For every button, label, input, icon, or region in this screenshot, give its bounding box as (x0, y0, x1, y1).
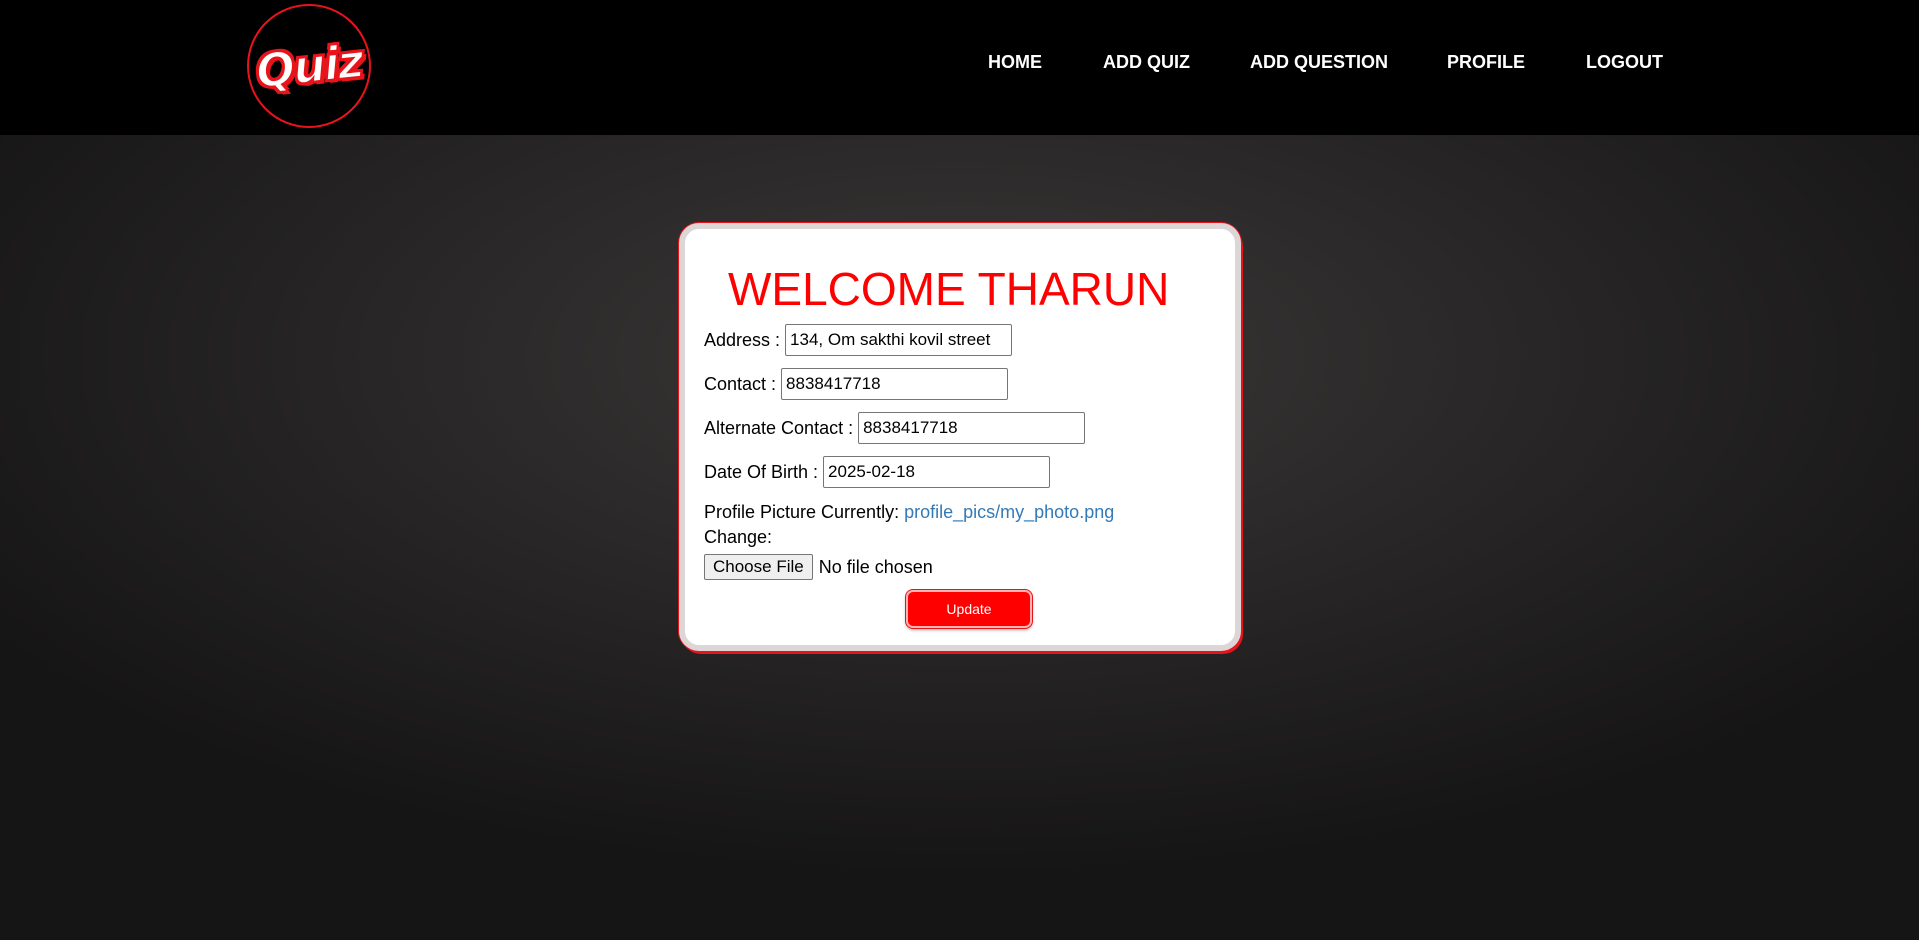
nav-add-question-link[interactable]: ADD QUESTION (1250, 51, 1388, 73)
nav-add-quiz-link[interactable]: ADD QUIZ (1103, 51, 1190, 73)
contact-input[interactable] (781, 368, 1009, 400)
choose-file-button[interactable]: Choose File (704, 554, 813, 580)
profile-card: WELCOME THARUN Address : Contact : Alter… (679, 223, 1241, 651)
navbar: Quiz HOME ADD QUIZ ADD QUESTION PROFILE … (0, 0, 1919, 135)
contact-row: Contact : (704, 368, 1009, 400)
address-label: Address : (704, 329, 781, 350)
change-label: Change: (704, 527, 773, 547)
dob-input[interactable] (823, 456, 1051, 488)
address-input[interactable] (785, 324, 1013, 356)
alternate-contact-label: Alternate Contact : (704, 417, 854, 438)
contact-label: Contact : (704, 373, 777, 394)
current-picture-link[interactable]: profile_pics/my_photo.png (904, 502, 1114, 522)
nav-home-link[interactable]: HOME (988, 51, 1042, 73)
profile-picture-line: Profile Picture Currently: profile_pics/… (704, 501, 1114, 523)
nav-logout-link[interactable]: LOGOUT (1586, 51, 1663, 73)
alternate-contact-row: Alternate Contact : (704, 412, 1086, 444)
logo-text: Quiz (252, 33, 365, 100)
update-button[interactable]: Update (906, 590, 1032, 628)
quiz-logo[interactable]: Quiz (247, 4, 371, 128)
dob-label: Date Of Birth : (704, 461, 819, 482)
nav-profile-link[interactable]: PROFILE (1447, 51, 1525, 73)
welcome-heading: WELCOME THARUN (728, 263, 1170, 315)
address-row: Address : (704, 324, 1013, 356)
file-status-text: No file chosen (818, 556, 933, 577)
profile-picture-label: Profile Picture Currently: (704, 502, 900, 522)
alternate-contact-input[interactable] (858, 412, 1086, 444)
dob-row: Date Of Birth : (704, 456, 1051, 488)
file-input: Choose File No file chosen (704, 554, 933, 580)
